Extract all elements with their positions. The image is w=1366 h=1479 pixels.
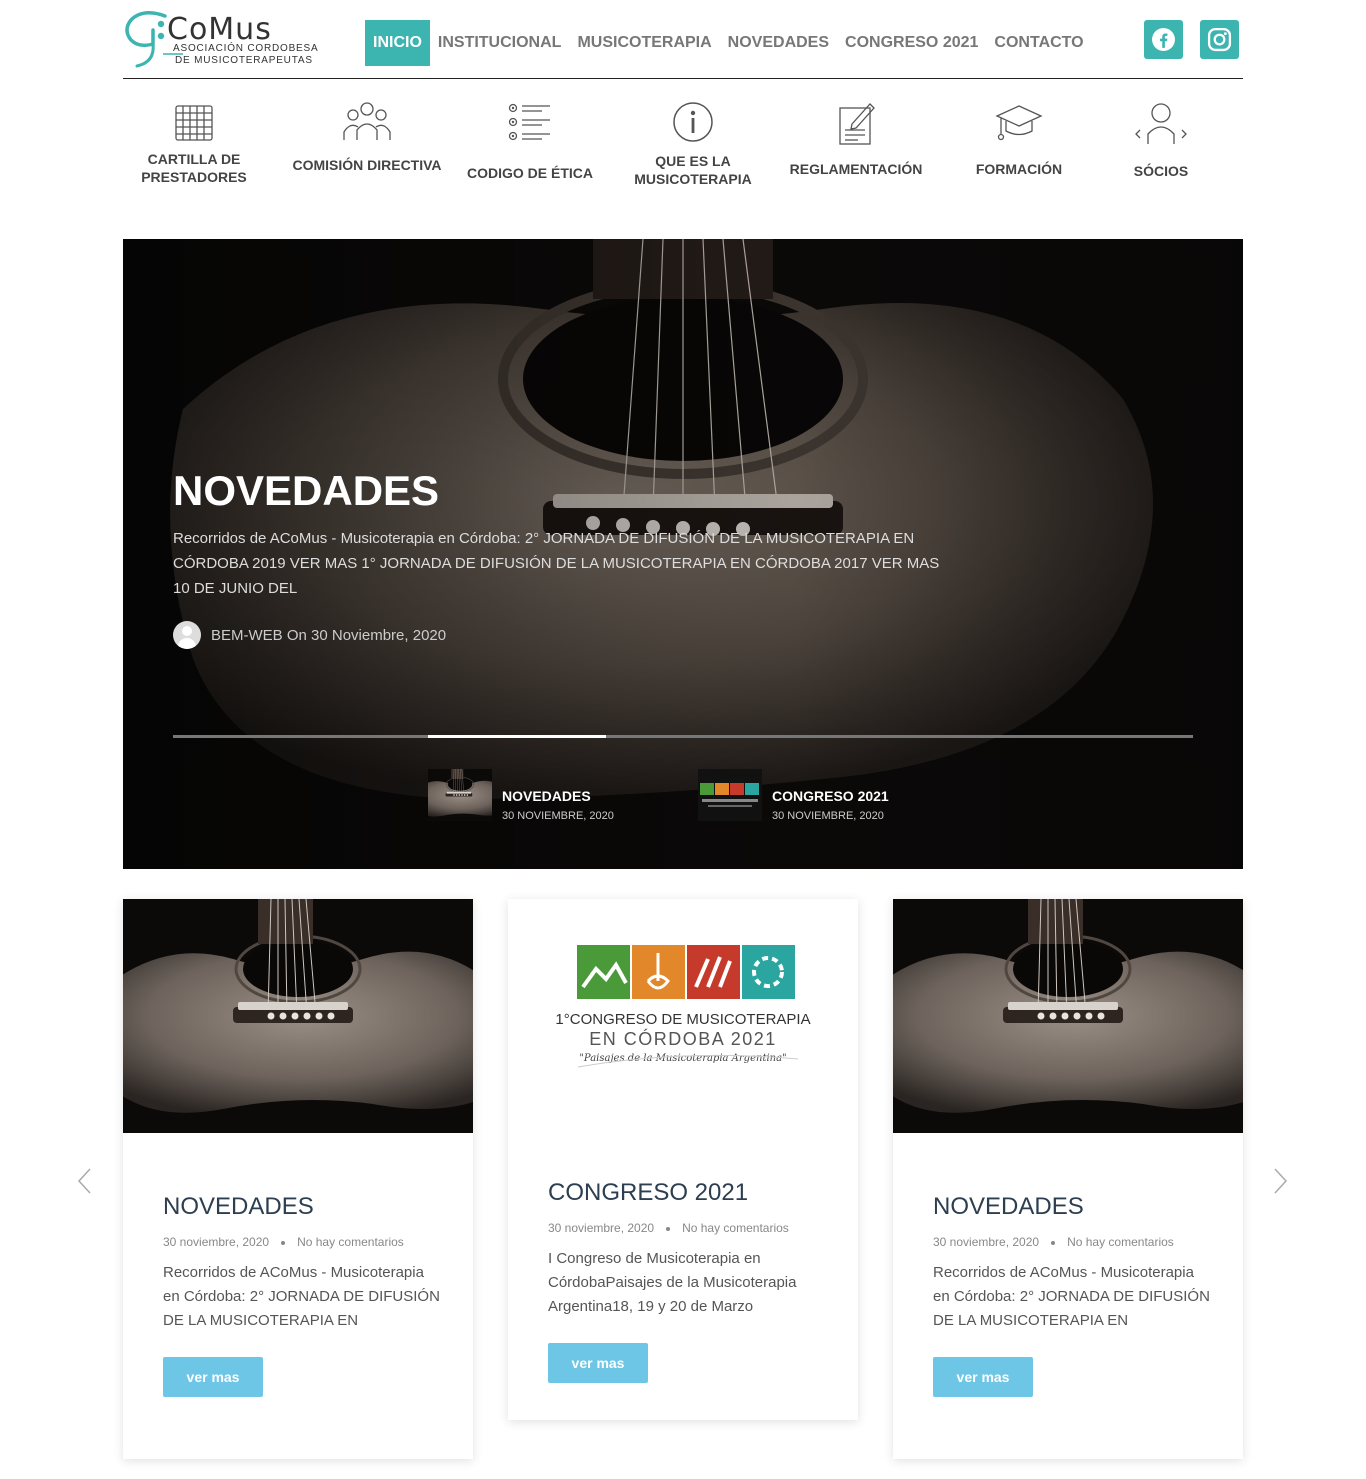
post-card-date: 30 noviembre, 2020 [933, 1235, 1040, 1249]
hero-author-text: BEM-WEB On 30 Noviembre, 2020 [211, 626, 447, 644]
hero-author: BEM-WEB On 30 Noviembre, 2020 [173, 621, 446, 649]
link-reglamentacion-label: REGLAMENTACIÓN [789, 161, 923, 177]
nav-musicoterapia[interactable]: MUSICOTERAPIA [569, 20, 719, 66]
post-card-image[interactable]: 1°CONGRESO DE MUSICOTERAPIA EN CÓRDOBA 2… [508, 899, 858, 1133]
link-que-es-label-1: QUE ES LA [655, 153, 731, 169]
congreso-logo-line-1: 1°CONGRESO DE MUSICOTERAPIA [555, 1011, 810, 1028]
post-card-excerpt: Recorridos de ACoMus - Musicoterapia en … [933, 1264, 1210, 1329]
post-card-excerpt: Recorridos de ACoMus - Musicoterapia en … [163, 1264, 440, 1329]
logo-subtitle-2: DE MUSICOTERAPEUTAS [175, 55, 313, 66]
document-edit-icon [839, 103, 875, 145]
link-reglamentacion[interactable]: REGLAMENTACIÓN [776, 100, 936, 178]
instagram-icon [1207, 27, 1232, 52]
chevron-left-icon[interactable] [75, 1166, 95, 1196]
link-formacion-label: FORMACIÓN [975, 161, 1063, 177]
link-socios[interactable]: SÓCIOS [1081, 100, 1241, 180]
facebook-button[interactable] [1144, 20, 1183, 59]
logo-subtitle-1: ASOCIACIÓN CORDOBESA [173, 43, 319, 54]
main-nav: INICIO INSTITUCIONAL MUSICOTERAPIA NOVED… [365, 20, 1092, 66]
hero-title[interactable]: NOVEDADES [173, 467, 439, 515]
logo-text: CoMus [167, 12, 272, 47]
link-codigo-etica[interactable]: CODIGO DE ÉTICA [450, 100, 610, 182]
link-que-es[interactable]: QUE ES LA MUSICOTERAPIA [613, 100, 773, 188]
post-card-meta: 30 noviembre, 2020 No hay comentarios [163, 1235, 443, 1249]
read-more-button[interactable]: ver mas [933, 1357, 1033, 1397]
slider-progress-bar [173, 735, 1193, 738]
slider-progress-fill [428, 735, 606, 738]
post-card: NOVEDADES 30 noviembre, 2020 No hay comen… [123, 899, 473, 1459]
nav-congreso-2021[interactable]: CONGRESO 2021 [837, 20, 986, 66]
post-card-meta: 30 noviembre, 2020 No hay comentarios [933, 1235, 1213, 1249]
read-more-button[interactable]: ver mas [163, 1357, 263, 1397]
calendar-grid-icon [175, 105, 213, 141]
link-comision[interactable]: COMISIÓN DIRECTIVA [287, 100, 447, 174]
facebook-icon [1152, 28, 1175, 51]
post-card-date: 30 noviembre, 2020 [163, 1235, 270, 1249]
slide-thumb-date: 30 NOVIEMBRE, 2020 [502, 810, 614, 822]
post-card-comments[interactable]: No hay comentarios [682, 1221, 789, 1235]
link-codigo-etica-label: CODIGO DE ÉTICA [466, 165, 593, 181]
link-comision-label: COMISIÓN DIRECTIVA [292, 157, 442, 173]
post-card-comments[interactable]: No hay comentarios [1067, 1235, 1174, 1249]
info-icon [673, 102, 713, 142]
link-formacion[interactable]: FORMACIÓN [939, 100, 1099, 178]
site-header: CoMus ASOCIACIÓN CORDOBESA DE MUSICOTERA… [123, 0, 1243, 79]
post-card-date: 30 noviembre, 2020 [548, 1221, 655, 1235]
hero-excerpt: Recorridos de ACoMus - Musicoterapia en … [173, 530, 940, 597]
slide-thumb-novedades[interactable]: NOVEDADES 30 NOVIEMBRE, 2020 [428, 769, 614, 822]
quick-links: CARTILLA DE PRESTADORES COMISIÓN DIRECTIV… [123, 100, 1243, 220]
post-card: 1°CONGRESO DE MUSICOTERAPIA EN CÓRDOBA 2… [508, 899, 858, 1420]
post-card-image[interactable] [893, 899, 1243, 1133]
link-socios-label: SÓCIOS [1133, 163, 1189, 179]
nav-inicio[interactable]: INICIO [365, 20, 430, 66]
post-card-image[interactable] [123, 899, 473, 1133]
post-card-title[interactable]: NOVEDADES [163, 1193, 443, 1221]
slide-thumb-image [698, 769, 762, 821]
slide-thumb-date: 30 NOVIEMBRE, 2020 [772, 810, 884, 822]
slide-thumb-title: CONGRESO 2021 [772, 788, 889, 804]
list-icon [508, 103, 550, 141]
link-cartilla[interactable]: CARTILLA DE PRESTADORES [114, 100, 274, 186]
nav-novedades[interactable]: NOVEDADES [720, 20, 837, 66]
post-card: NOVEDADES 30 noviembre, 2020 No hay comen… [893, 899, 1243, 1459]
congreso-logo-image: 1°CONGRESO DE MUSICOTERAPIA EN CÓRDOBA 2… [555, 945, 811, 1068]
link-cartilla-label-1: CARTILLA DE [147, 151, 241, 167]
post-card-excerpt: I Congreso de Musicoterapia en CórdobaPa… [548, 1250, 797, 1315]
nav-institucional[interactable]: INSTITUCIONAL [430, 20, 570, 66]
hero-slider: NOVEDADES Recorridos de ACoMus - Musicot… [123, 239, 1243, 869]
slide-thumb-congreso[interactable]: CONGRESO 2021 30 NOVIEMBRE, 2020 [698, 769, 889, 822]
post-card-title[interactable]: NOVEDADES [933, 1193, 1213, 1221]
congreso-logo-line-2: EN CÓRDOBA 2021 [589, 1028, 777, 1049]
link-cartilla-label-2: PRESTADORES [141, 169, 247, 185]
read-more-button[interactable]: ver mas [548, 1343, 648, 1383]
post-card-title[interactable]: CONGRESO 2021 [548, 1179, 828, 1207]
site-logo[interactable]: CoMus ASOCIACIÓN CORDOBESA DE MUSICOTERA… [123, 8, 338, 68]
nav-contacto[interactable]: CONTACTO [986, 20, 1091, 66]
author-avatar [173, 621, 201, 649]
group-icon [343, 102, 391, 140]
post-card-meta: 30 noviembre, 2020 No hay comentarios [548, 1221, 828, 1235]
slide-thumb-image [428, 769, 492, 821]
link-que-es-label-2: MUSICOTERAPIA [634, 171, 752, 187]
slide-thumb-title: NOVEDADES [502, 788, 591, 804]
graduation-cap-icon [995, 105, 1043, 141]
user-icon [1135, 103, 1187, 144]
instagram-button[interactable] [1200, 20, 1239, 59]
post-card-comments[interactable]: No hay comentarios [297, 1235, 404, 1249]
chevron-right-icon[interactable] [1270, 1166, 1290, 1196]
